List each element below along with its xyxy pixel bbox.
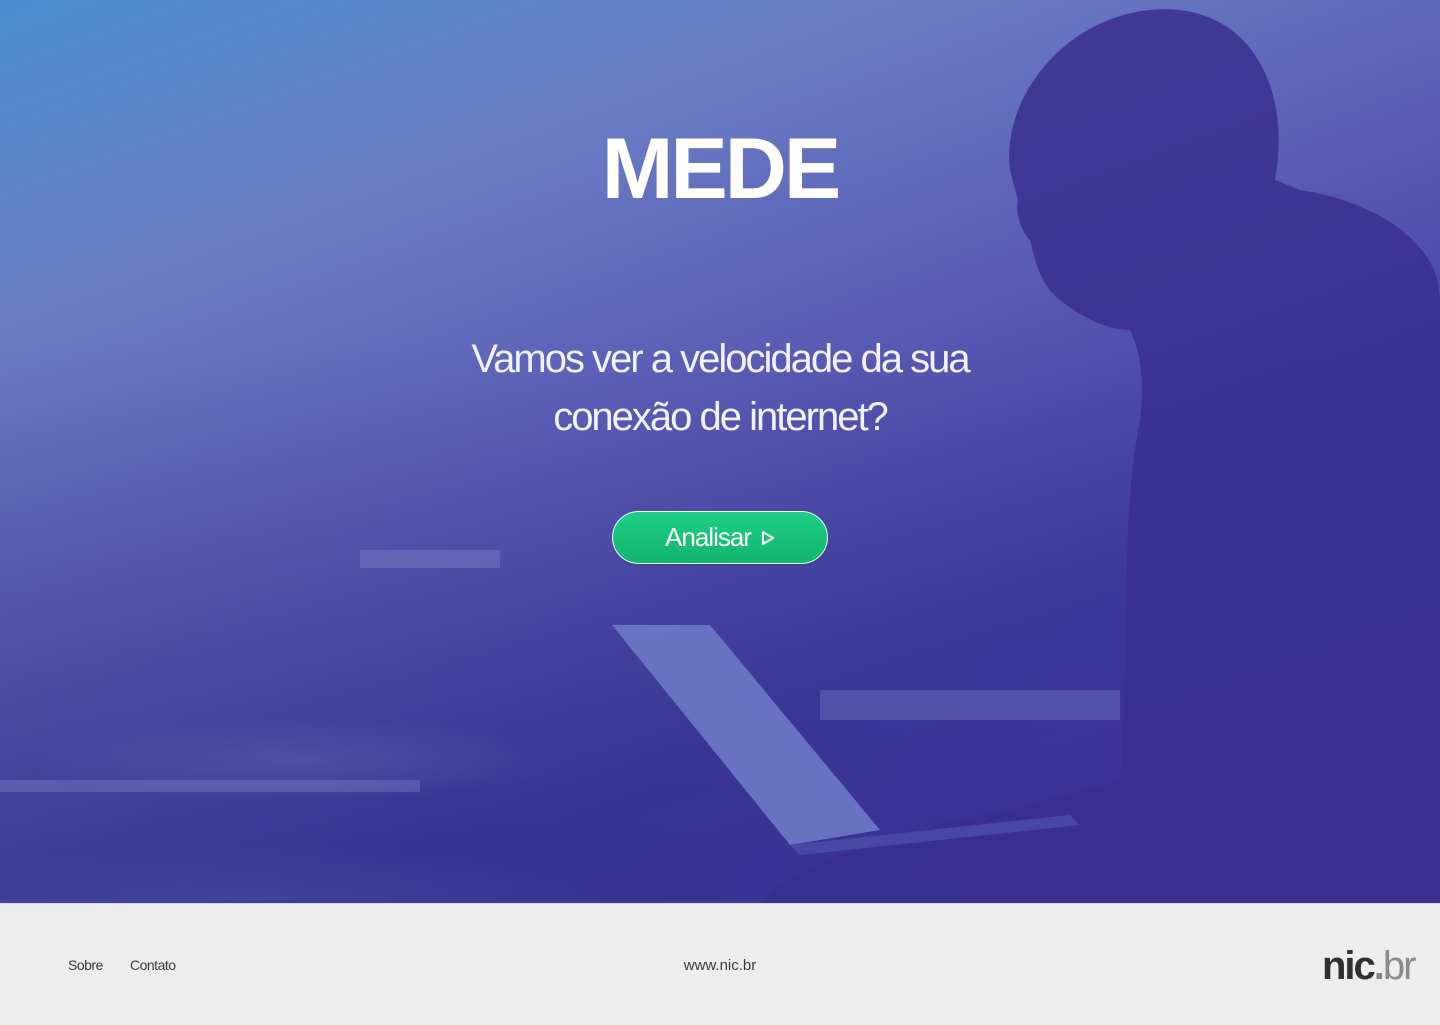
logo-dot: . [1373,944,1385,988]
footer-url: www.nic.br [683,957,757,974]
hero-section: MEDE Vamos ver a velocidade da sua conex… [0,0,1440,903]
hero-subtitle: Vamos ver a velocidade da sua conexão de… [470,330,970,446]
play-outline-icon [761,530,774,545]
analisar-button-label: Analisar [665,522,752,552]
hero-subtitle-line-1: Vamos ver a velocidade da sua [471,337,970,381]
logo-suffix: br [1382,944,1417,988]
hero-subtitle-line-2: conexão de internet? [553,395,889,439]
analisar-button[interactable]: Analisar [612,511,828,564]
logo-prefix: nic [1322,944,1376,988]
page-title: MEDE [601,121,841,217]
nic-br-logo[interactable]: nic.br [1322,942,1416,990]
footer: Sobre Contato www.nic.br nic.br [0,903,1440,1025]
